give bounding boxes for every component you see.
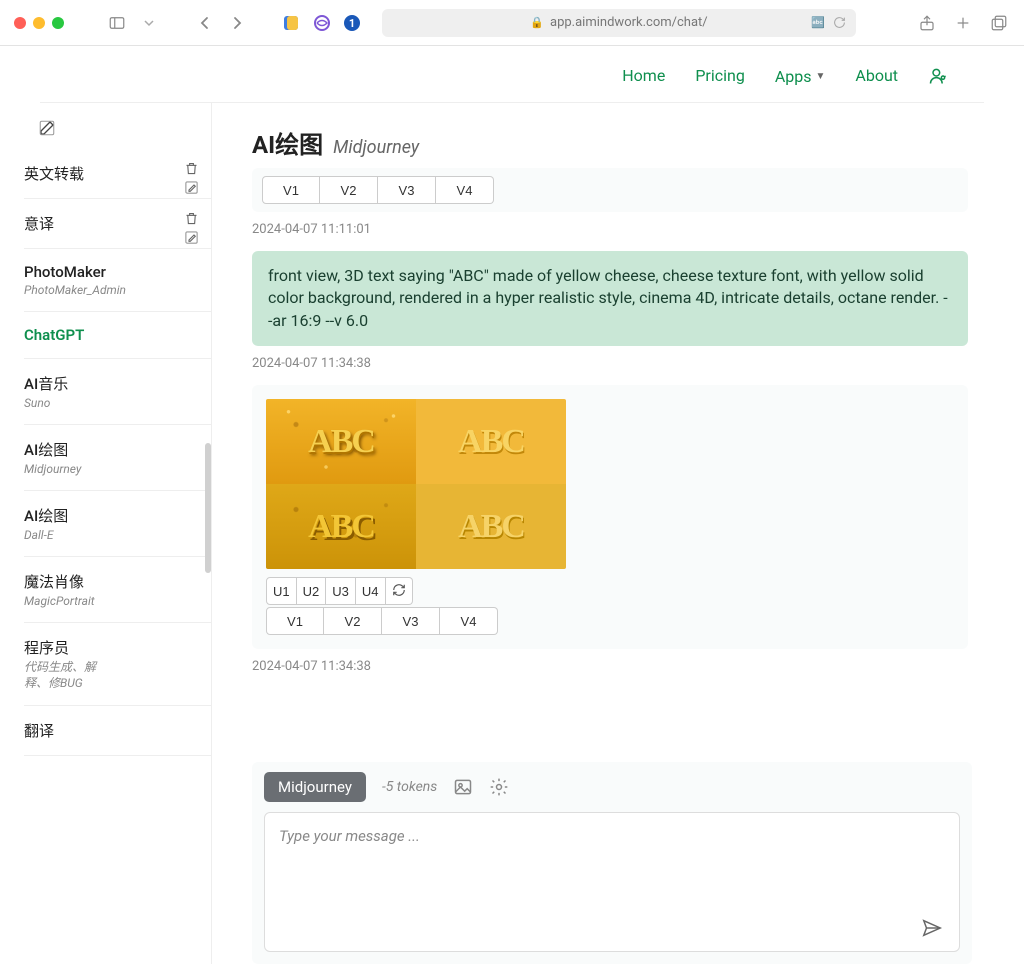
sidebar-item-programmer[interactable]: 程序员 代码生成、解释、修BUG	[24, 623, 211, 706]
sidebar-item-chatgpt[interactable]: ChatGPT	[24, 312, 211, 359]
sidebar-toggle-icon[interactable]	[106, 12, 128, 34]
timestamp: 2024-04-07 11:34:38	[252, 356, 968, 371]
u2-button[interactable]: U2	[297, 577, 327, 605]
compose-button[interactable]	[24, 119, 211, 149]
v3-button[interactable]: V3	[378, 176, 436, 204]
v2-button[interactable]: V2	[324, 607, 382, 635]
v4-button[interactable]: V4	[436, 176, 494, 204]
u3-button[interactable]: U3	[326, 577, 356, 605]
new-tab-icon[interactable]	[952, 12, 974, 34]
nav-home[interactable]: Home	[622, 66, 665, 86]
url-text: app.aimindwork.com/chat/	[550, 15, 708, 30]
message-input[interactable]	[277, 825, 947, 939]
chevron-down-icon: ▼	[815, 71, 825, 82]
u4-button[interactable]: U4	[356, 577, 386, 605]
nav-back-button[interactable]	[194, 12, 216, 34]
minimize-window[interactable]	[33, 17, 45, 29]
browser-toolbar: 1 🔒 app.aimindwork.com/chat/ 🔤	[0, 0, 1024, 46]
sidebar-item-ai-draw-midjourney[interactable]: AI绘图 Midjourney	[24, 425, 211, 491]
trash-icon[interactable]	[184, 161, 199, 176]
send-button[interactable]	[921, 917, 943, 939]
nav-pricing[interactable]: Pricing	[695, 66, 745, 86]
user-icon[interactable]	[928, 66, 948, 86]
main-column: AI绘图 Midjourney V1 V2 V3 V4 2024-04-07 1…	[212, 103, 1012, 964]
gear-icon[interactable]	[489, 777, 509, 797]
edit-icon[interactable]	[184, 180, 199, 195]
v2-button[interactable]: V2	[320, 176, 378, 204]
nav-about[interactable]: About	[855, 66, 898, 86]
result-image-3[interactable]: ABC	[266, 484, 416, 569]
sidebar-item-english-repost[interactable]: 英文转载	[24, 149, 211, 199]
edit-icon[interactable]	[184, 230, 199, 245]
generation-card: ABC ABC ABC ABC U1 U2 U3 U4 V1 V2	[252, 385, 968, 649]
sidebar-item-ai-draw-dalle[interactable]: AI绘图 Dall-E	[24, 491, 211, 557]
v1-button[interactable]: V1	[262, 176, 320, 204]
model-pill[interactable]: Midjourney	[264, 772, 366, 802]
result-image-4[interactable]: ABC	[416, 484, 566, 569]
extension-icon-3[interactable]: 1	[342, 13, 362, 33]
image-icon[interactable]	[453, 777, 473, 797]
window-traffic-lights	[14, 17, 64, 29]
sidebar-item-translate[interactable]: 翻译	[24, 706, 211, 756]
result-image-2[interactable]: ABC	[416, 399, 566, 484]
trash-icon[interactable]	[184, 211, 199, 226]
composer: Midjourney -5 tokens	[252, 762, 972, 964]
variation-card-prev: V1 V2 V3 V4	[252, 168, 968, 212]
u1-button[interactable]: U1	[266, 577, 297, 605]
tabs-overview-icon[interactable]	[988, 12, 1010, 34]
share-icon[interactable]	[916, 12, 938, 34]
url-bar[interactable]: 🔒 app.aimindwork.com/chat/ 🔤	[382, 9, 856, 37]
maximize-window[interactable]	[52, 17, 64, 29]
sidebar-item-free-translation[interactable]: 意译	[24, 199, 211, 249]
v1-button[interactable]: V1	[266, 607, 324, 635]
svg-text:1: 1	[349, 17, 355, 30]
extension-icon-1[interactable]	[282, 13, 302, 33]
v4-button[interactable]: V4	[440, 607, 498, 635]
reload-icon[interactable]	[833, 16, 846, 29]
nav-apps[interactable]: Apps ▼	[775, 66, 826, 86]
close-window[interactable]	[14, 17, 26, 29]
timestamp: 2024-04-07 11:34:38	[252, 659, 968, 674]
nav-forward-button[interactable]	[226, 12, 248, 34]
token-cost: -5 tokens	[382, 779, 437, 795]
image-grid[interactable]: ABC ABC ABC ABC	[266, 399, 566, 569]
timestamp: 2024-04-07 11:11:01	[252, 222, 968, 237]
user-message: front view, 3D text saying "ABC" made of…	[252, 251, 968, 346]
chevron-down-icon[interactable]	[138, 12, 160, 34]
top-nav: Home Pricing Apps ▼ About	[40, 46, 984, 103]
v3-button[interactable]: V3	[382, 607, 440, 635]
translate-icon[interactable]: 🔤	[811, 16, 825, 29]
sidebar: 英文转载 意译 PhotoMaker	[12, 103, 212, 964]
sidebar-item-magic-portrait[interactable]: 魔法肖像 MagicPortrait	[24, 557, 211, 623]
extension-icon-2[interactable]	[312, 13, 332, 33]
refresh-button[interactable]	[386, 577, 413, 605]
page-title: AI绘图 Midjourney	[252, 125, 972, 160]
message-input-container[interactable]	[264, 812, 960, 952]
sidebar-item-photomaker[interactable]: PhotoMaker PhotoMaker_Admin	[24, 249, 211, 312]
result-image-1[interactable]: ABC	[266, 399, 416, 484]
sidebar-item-ai-music[interactable]: AI音乐 Suno	[24, 359, 211, 425]
lock-icon: 🔒	[530, 16, 544, 29]
sidebar-scrollbar[interactable]	[205, 443, 211, 573]
chat-scroll[interactable]: V1 V2 V3 V4 2024-04-07 11:11:01 front vi…	[252, 162, 972, 754]
